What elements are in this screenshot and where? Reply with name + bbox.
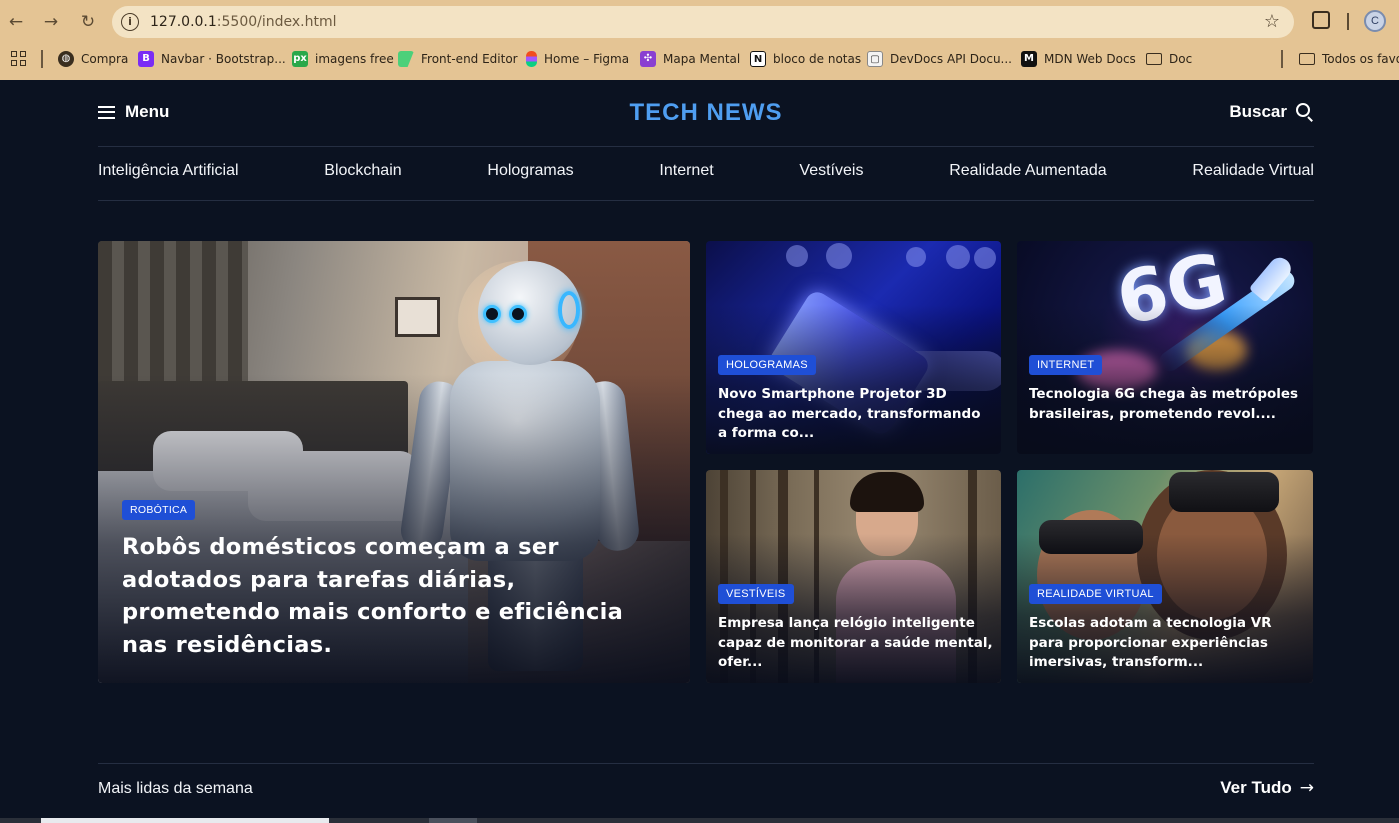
url-text[interactable]: 127.0.0.1:5500/index.html: [150, 14, 337, 30]
nav-item-realidade-aumentada[interactable]: Realidade Aumentada: [949, 162, 1106, 180]
see-all-link[interactable]: Ver Tudo →: [1220, 778, 1314, 798]
site-info-icon[interactable]: i: [121, 13, 139, 31]
url-host: 127.0.0.1: [150, 14, 217, 30]
folder-icon: [1146, 53, 1162, 65]
mindmap-icon: ✣: [640, 51, 656, 67]
site-logo[interactable]: TECH NEWS: [98, 99, 1314, 127]
nav-item-realidade-virtual[interactable]: Realidade Virtual: [1192, 162, 1314, 180]
category-badge[interactable]: Vestíveis: [718, 584, 794, 604]
extensions-icon[interactable]: [1312, 11, 1330, 29]
nav-item-blockchain[interactable]: Blockchain: [324, 162, 401, 180]
bookmark-label: Mapa Mental: [663, 52, 741, 66]
category-badge[interactable]: Internet: [1029, 355, 1103, 375]
bookmark-doc-folder[interactable]: Doc: [1146, 50, 1192, 68]
card-title[interactable]: Empresa lança relógio inteligente capaz …: [718, 614, 993, 673]
forward-icon[interactable]: →: [40, 11, 62, 33]
bookmark-devdocs[interactable]: ▢ DevDocs API Docu...: [867, 50, 1012, 68]
news-card-internet[interactable]: 6G Internet Tecnologia 6G chega às metró…: [1017, 241, 1313, 454]
nav-item-hologramas[interactable]: Hologramas: [487, 162, 573, 180]
search-icon: [1296, 103, 1314, 122]
see-all-label: Ver Tudo: [1220, 778, 1292, 797]
news-card-hologramas[interactable]: Hologramas Novo Smartphone Projetor 3D c…: [706, 241, 1001, 454]
bookmark-figma[interactable]: Home – Figma: [526, 50, 629, 68]
scrollbar-thumb[interactable]: [41, 818, 329, 823]
devdocs-icon: ▢: [867, 51, 883, 67]
url-path: :5500/index.html: [216, 14, 337, 30]
globe-icon: ◍: [58, 51, 74, 67]
news-card-realidade-virtual[interactable]: Realidade Virtual Escolas adotam a tecno…: [1017, 470, 1313, 683]
reload-icon[interactable]: ↻: [77, 11, 99, 33]
mdn-icon: M: [1021, 51, 1037, 67]
bookmark-label: MDN Web Docs: [1044, 52, 1136, 66]
bookmark-label: DevDocs API Docu...: [890, 52, 1012, 66]
bookmark-label: bloco de notas: [773, 52, 862, 66]
nav-item-vestiveis[interactable]: Vestíveis: [799, 162, 863, 180]
card-title[interactable]: Tecnologia 6G chega às metrópoles brasil…: [1029, 385, 1304, 424]
card-overlay: [1017, 304, 1313, 454]
bookmark-imagens-free[interactable]: px imagens free: [292, 50, 394, 68]
nav-divider: [98, 200, 1314, 201]
bookmark-label: Todos os favor: [1322, 52, 1399, 66]
profile-avatar[interactable]: C: [1364, 10, 1386, 32]
back-icon[interactable]: ←: [5, 11, 27, 33]
bookmark-bloco-de-notas[interactable]: N bloco de notas: [750, 50, 861, 68]
nav-item-inteligencia-artificial[interactable]: Inteligência Artificial: [98, 162, 239, 180]
scrollbar-thumb[interactable]: [429, 818, 477, 823]
editor-icon: [398, 51, 414, 67]
bookmark-mapa-mental[interactable]: ✣ Mapa Mental: [640, 50, 740, 68]
bookmark-mdn[interactable]: M MDN Web Docs: [1021, 50, 1136, 68]
category-badge[interactable]: Realidade Virtual: [1029, 584, 1162, 604]
card-title[interactable]: Novo Smartphone Projetor 3D chega ao mer…: [718, 385, 993, 444]
search-label: Buscar: [1229, 102, 1287, 121]
arrow-right-icon: →: [1299, 778, 1314, 798]
notion-icon: N: [750, 51, 766, 67]
category-badge[interactable]: Robótica: [122, 500, 196, 520]
address-bar[interactable]: i 127.0.0.1:5500/index.html ☆: [112, 6, 1294, 38]
category-nav: Inteligência Artificial Blockchain Holog…: [98, 162, 1314, 180]
figma-icon: [526, 51, 537, 67]
section-divider: [98, 763, 1314, 764]
bookmarks-divider: [1281, 50, 1283, 68]
bookmark-bootstrap[interactable]: B Navbar · Bootstrap...: [138, 50, 286, 68]
bookmark-label: imagens free: [315, 52, 394, 66]
bookmark-label: Front-end Editor: [421, 52, 518, 66]
browser-chrome: ← → ↻ i 127.0.0.1:5500/index.html ☆ C ◍ …: [0, 0, 1399, 80]
most-read-header: Mais lidas da semana Ver Tudo →: [98, 778, 1314, 802]
featured-news-card[interactable]: Robótica Robôs domésticos começam a ser …: [98, 241, 690, 683]
category-badge[interactable]: Hologramas: [718, 355, 816, 375]
bookmark-label: Doc: [1169, 52, 1193, 66]
toolbar-divider: [1347, 13, 1349, 30]
section-title: Mais lidas da semana: [98, 780, 253, 797]
apps-grid-icon[interactable]: [11, 51, 26, 66]
bookmark-label: Home – Figma: [544, 52, 630, 66]
bookmark-compra[interactable]: ◍ Compra: [58, 50, 128, 68]
featured-title[interactable]: Robôs domésticos começam a ser adotados …: [122, 531, 662, 661]
pixabay-icon: px: [292, 51, 308, 67]
search-button[interactable]: Buscar: [1229, 102, 1314, 122]
bookmark-all-folder[interactable]: Todos os favor: [1299, 50, 1399, 68]
bookmarks-bar: ◍ Compra B Navbar · Bootstrap... px imag…: [0, 46, 1399, 72]
bookmark-label: Compra: [81, 52, 129, 66]
bookmark-front-end-editor[interactable]: Front-end Editor: [398, 50, 518, 68]
news-card-vestiveis[interactable]: Vestíveis Empresa lança relógio intelige…: [706, 470, 1001, 683]
folder-icon: [1299, 53, 1315, 65]
bookmark-star-icon[interactable]: ☆: [1264, 11, 1280, 32]
nav-item-internet[interactable]: Internet: [659, 162, 713, 180]
site-header: Menu TECH NEWS Buscar: [98, 96, 1314, 130]
bootstrap-icon: B: [138, 51, 154, 67]
bookmarks-divider: [41, 50, 43, 68]
bookmark-label: Navbar · Bootstrap...: [161, 52, 286, 66]
header-divider: [98, 146, 1314, 147]
card-title[interactable]: Escolas adotam a tecnologia VR para prop…: [1029, 614, 1304, 673]
